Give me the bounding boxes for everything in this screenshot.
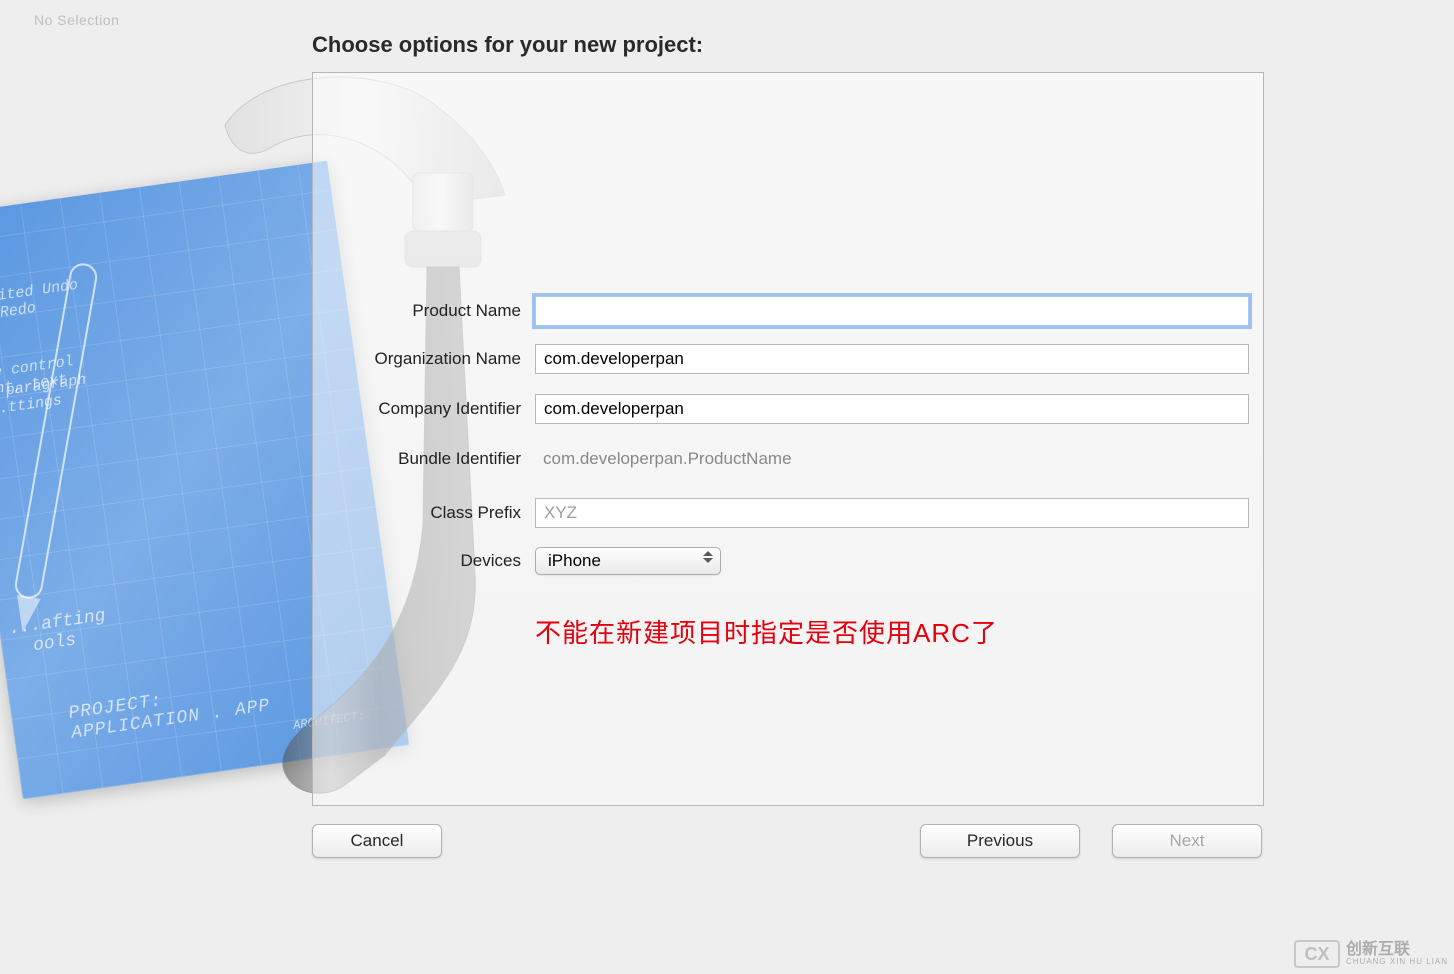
bundle-identifier-label: Bundle Identifier [313,449,521,469]
watermark-line1: 创新互联 [1346,941,1448,959]
cancel-button[interactable]: Cancel [312,824,442,858]
organization-name-input[interactable] [535,344,1249,374]
devices-select[interactable]: iPhone [535,547,721,575]
watermark-line2: CHUANG XIN HU LIAN [1346,958,1448,967]
no-selection-text: No Selection [34,12,119,28]
blueprint-text: PROJECT: APPLICATION . APP [18,656,275,770]
class-prefix-label: Class Prefix [313,503,521,523]
dialog-title: Choose options for your new project: [312,32,703,58]
next-button[interactable]: Next [1112,824,1262,858]
previous-button[interactable]: Previous [920,824,1080,858]
organization-name-label: Organization Name [313,349,521,369]
product-name-input[interactable] [535,296,1249,326]
form-panel: Product Name Organization Name Company I… [312,72,1264,806]
watermark: CX 创新互联 CHUANG XIN HU LIAN [1294,940,1448,968]
product-name-label: Product Name [313,301,521,321]
devices-select-value: iPhone [548,551,601,571]
company-identifier-input[interactable] [535,394,1249,424]
devices-label: Devices [313,551,521,571]
annotation-text: 不能在新建项目时指定是否使用ARC了 [535,613,998,650]
bundle-identifier-value: com.developerpan.ProductName [535,449,792,469]
watermark-logo-icon: CX [1294,940,1340,968]
class-prefix-input[interactable] [535,498,1249,528]
company-identifier-label: Company Identifier [313,399,521,419]
